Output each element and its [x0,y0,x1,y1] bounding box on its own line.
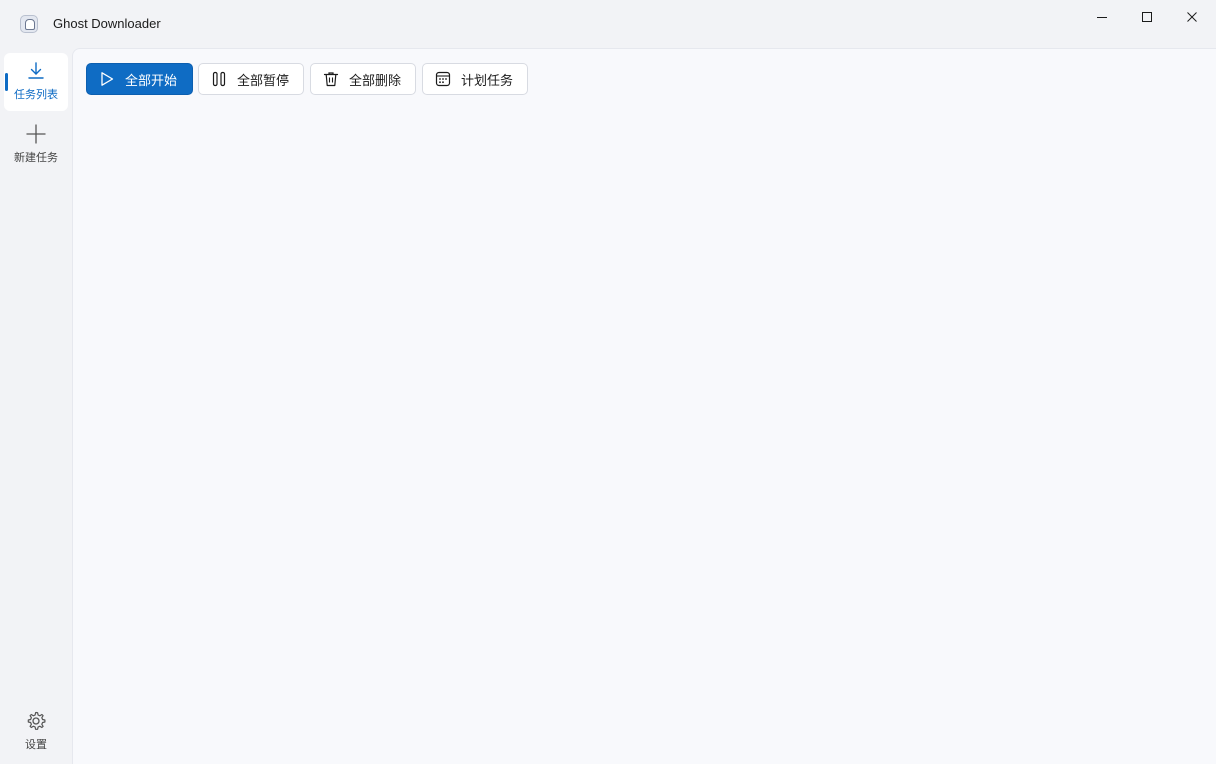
sidebar-item-label: 设置 [25,738,47,751]
start-all-button[interactable]: 全部开始 [86,63,193,95]
sidebar-item-label: 任务列表 [14,88,58,101]
delete-all-label: 全部删除 [349,73,402,89]
minimize-button[interactable] [1079,0,1125,34]
navigation-sidebar: 任务列表 新建任务 设置 [0,48,72,764]
plus-icon [26,124,46,144]
maximize-button[interactable] [1124,0,1170,34]
app-logo-icon [20,15,38,33]
close-button[interactable] [1169,0,1215,34]
delete-all-button[interactable]: 全部删除 [310,63,416,95]
sidebar-item-task-list[interactable]: 任务列表 [4,53,68,111]
pause-all-button[interactable]: 全部暂停 [198,63,304,95]
pause-icon [210,70,228,88]
title-bar[interactable]: Ghost Downloader [0,0,1216,48]
minimize-icon [1097,17,1107,18]
window-title: Ghost Downloader [53,16,161,31]
close-icon [1187,12,1197,22]
sidebar-item-settings[interactable]: 设置 [4,703,68,761]
sidebar-item-new-task[interactable]: 新建任务 [4,116,68,174]
pause-all-label: 全部暂停 [237,73,290,89]
gear-icon [27,711,46,730]
calendar-icon [434,70,452,88]
maximize-icon [1142,12,1152,22]
sidebar-item-label: 新建任务 [14,151,58,164]
task-list-panel: 全部开始 全部暂停 全部删除 计划任务 [72,48,1216,764]
schedule-task-label: 计划任务 [461,73,514,89]
schedule-task-button[interactable]: 计划任务 [422,63,528,95]
play-icon [98,70,116,88]
start-all-label: 全部开始 [125,73,178,89]
trash-icon [322,70,340,88]
download-icon [28,62,44,79]
